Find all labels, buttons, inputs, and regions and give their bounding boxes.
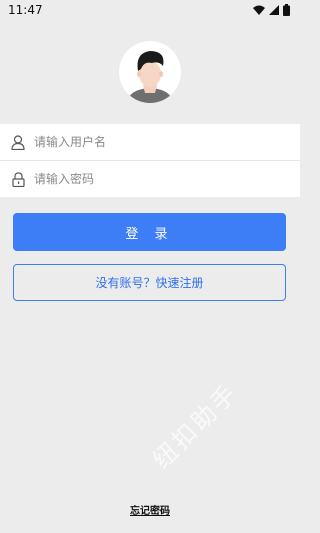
forgot-password-link[interactable]: 忘记密码	[0, 502, 300, 517]
status-icons	[253, 4, 290, 16]
user-icon	[10, 133, 26, 151]
signal-icon	[269, 5, 279, 15]
user-avatar-icon	[127, 51, 173, 103]
wifi-icon	[253, 5, 265, 15]
username-input[interactable]	[34, 135, 274, 149]
login-form	[0, 124, 300, 197]
password-row	[0, 161, 300, 197]
register-button[interactable]: 没有账号？快速注册	[13, 264, 286, 301]
lock-icon	[10, 170, 26, 188]
username-row	[0, 124, 300, 160]
status-time: 11:47	[8, 3, 43, 17]
watermark: 纽扣助手	[147, 378, 244, 475]
status-bar: 11:47	[0, 0, 300, 20]
login-button[interactable]: 登 录	[13, 213, 286, 251]
avatar	[119, 41, 181, 103]
battery-icon	[283, 4, 290, 16]
password-input[interactable]	[34, 172, 274, 186]
